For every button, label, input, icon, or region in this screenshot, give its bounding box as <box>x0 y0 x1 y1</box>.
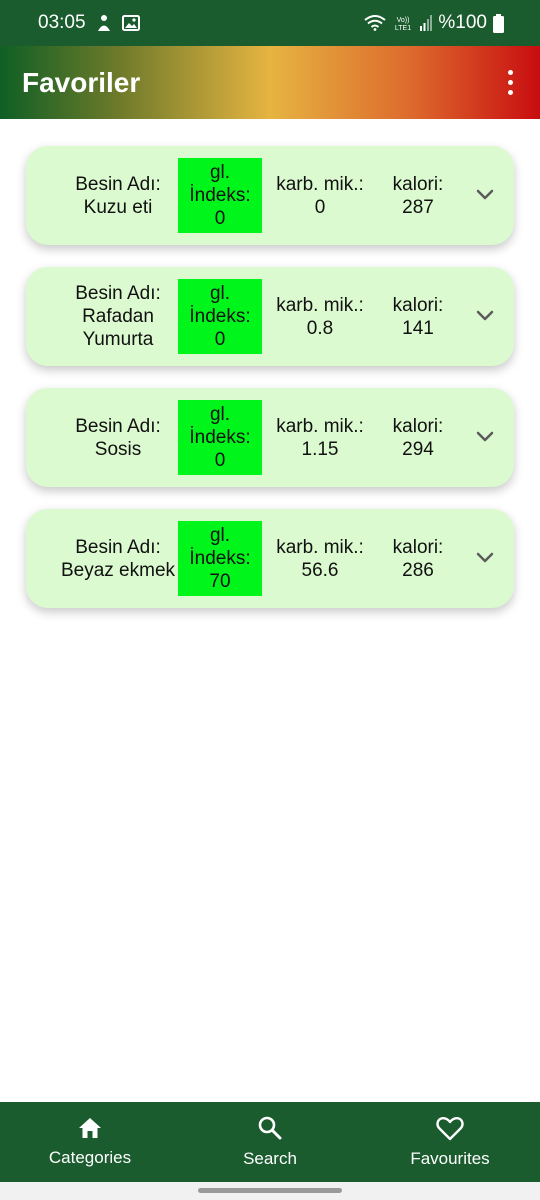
nav-label-categories: Categories <box>48 1148 132 1167</box>
battery-percent: %100 <box>438 12 487 33</box>
carb-value: 0 <box>314 196 326 218</box>
glycemic-index-box: gl. İndeks: 0 <box>178 400 262 475</box>
calorie-value: 286 <box>402 559 434 581</box>
gi-label-2: İndeks: <box>189 306 251 327</box>
food-card[interactable]: Besin Adı: Sosis gl. İndeks: 0 karb. mik… <box>26 388 514 487</box>
food-card[interactable]: Besin Adı: Beyaz ekmek gl. İndeks: 70 ka… <box>26 509 514 608</box>
calorie-value: 141 <box>402 317 434 339</box>
food-name-label: Besin Adı: <box>75 283 161 304</box>
carb-value: 1.15 <box>301 438 339 460</box>
carb-column: karb. mik.: 0.8 <box>270 267 370 366</box>
chevron-down-icon[interactable] <box>470 543 500 573</box>
gi-label-2: İndeks: <box>189 185 251 206</box>
calorie-label: kalori: <box>392 173 444 195</box>
carb-value: 56.6 <box>301 559 339 581</box>
carb-label: karb. mik.: <box>276 536 364 558</box>
status-right: Vo)) LTE1 %100 <box>364 12 504 34</box>
carb-value: 0.8 <box>306 317 334 339</box>
menu-dot <box>507 70 513 75</box>
food-name-column: Besin Adı: Rafadan Yumurta <box>38 267 198 366</box>
food-name: Beyaz ekmek <box>60 559 176 581</box>
calorie-label: kalori: <box>392 415 444 437</box>
food-name-label: Besin Adı: <box>75 536 161 558</box>
calorie-column: kalori: 294 <box>378 388 458 487</box>
svg-text:Vo)): Vo)) <box>397 17 410 24</box>
food-name-label: Besin Adı: <box>75 415 161 437</box>
menu-dot <box>507 80 513 85</box>
food-name-column: Besin Adı: Kuzu eti <box>38 146 198 245</box>
status-bar: 03:05 Vo)) LTE1 %100 <box>0 0 540 46</box>
home-icon <box>77 1116 103 1140</box>
svg-text:LTE1: LTE1 <box>395 25 411 32</box>
status-left: 03:05 <box>38 12 140 34</box>
signal-icon <box>420 15 433 31</box>
page-title: Favoriler <box>22 66 141 98</box>
gesture-navigation-area <box>0 1182 540 1200</box>
calorie-value: 287 <box>402 196 434 218</box>
nav-item-favourites[interactable]: Favourites <box>360 1102 540 1182</box>
gi-label-2: İndeks: <box>189 548 251 569</box>
gi-value: 0 <box>214 450 226 471</box>
calorie-column: kalori: 141 <box>378 267 458 366</box>
calorie-label: kalori: <box>392 536 444 558</box>
gi-label-1: gl. <box>209 162 231 183</box>
nav-label-favourites: Favourites <box>410 1148 490 1168</box>
glycemic-index-box: gl. İndeks: 0 <box>178 279 262 354</box>
notification-icon <box>96 14 112 32</box>
gi-label-1: gl. <box>209 283 231 304</box>
carb-column: karb. mik.: 56.6 <box>270 509 370 608</box>
gi-label-2: İndeks: <box>189 427 251 448</box>
food-name: Rafadan Yumurta <box>82 306 154 350</box>
favorites-list: Besin Adı: Kuzu eti gl. İndeks: 0 karb. … <box>26 146 514 630</box>
gesture-handle[interactable] <box>198 1188 342 1193</box>
calorie-column: kalori: 286 <box>378 509 458 608</box>
calorie-label: kalori: <box>392 294 444 316</box>
carb-label: karb. mik.: <box>276 294 364 316</box>
gi-label-1: gl. <box>209 525 231 546</box>
food-name-column: Besin Adı: Beyaz ekmek <box>38 509 198 608</box>
status-time: 03:05 <box>38 12 86 33</box>
gi-value: 70 <box>209 571 231 592</box>
carb-label: karb. mik.: <box>276 173 364 195</box>
food-name: Sosis <box>94 438 142 460</box>
gi-value: 0 <box>214 208 226 229</box>
bottom-navigation: Categories Search Favourites <box>0 1102 540 1182</box>
wifi-icon <box>364 15 387 31</box>
food-card[interactable]: Besin Adı: Kuzu eti gl. İndeks: 0 karb. … <box>26 146 514 245</box>
food-card[interactable]: Besin Adı: Rafadan Yumurta gl. İndeks: 0… <box>26 267 514 366</box>
heart-icon <box>436 1116 464 1141</box>
gallery-icon <box>121 15 140 31</box>
gi-value: 0 <box>214 329 226 350</box>
glycemic-index-box: gl. İndeks: 0 <box>178 158 262 233</box>
calorie-value: 294 <box>402 438 434 460</box>
nav-item-search[interactable]: Search <box>180 1102 360 1182</box>
nav-item-categories[interactable]: Categories <box>0 1102 180 1182</box>
food-name-column: Besin Adı: Sosis <box>38 388 198 487</box>
chevron-down-icon[interactable] <box>470 180 500 210</box>
food-name-label: Besin Adı: <box>75 173 161 195</box>
more-vert-icon[interactable] <box>498 63 522 103</box>
app-bar: Favoriler <box>0 46 540 119</box>
carb-column: karb. mik.: 1.15 <box>270 388 370 487</box>
battery-icon <box>493 13 504 33</box>
volte-lte-icon: Vo)) LTE1 <box>392 14 414 32</box>
menu-dot <box>507 90 513 95</box>
search-icon <box>257 1115 283 1141</box>
carb-label: karb. mik.: <box>276 415 364 437</box>
nav-label-search: Search <box>243 1149 297 1168</box>
food-name: Kuzu eti <box>83 196 153 218</box>
carb-column: karb. mik.: 0 <box>270 146 370 245</box>
chevron-down-icon[interactable] <box>470 301 500 331</box>
calorie-column: kalori: 287 <box>378 146 458 245</box>
chevron-down-icon[interactable] <box>470 422 500 452</box>
gi-label-1: gl. <box>209 404 231 425</box>
glycemic-index-box: gl. İndeks: 70 <box>178 521 262 596</box>
